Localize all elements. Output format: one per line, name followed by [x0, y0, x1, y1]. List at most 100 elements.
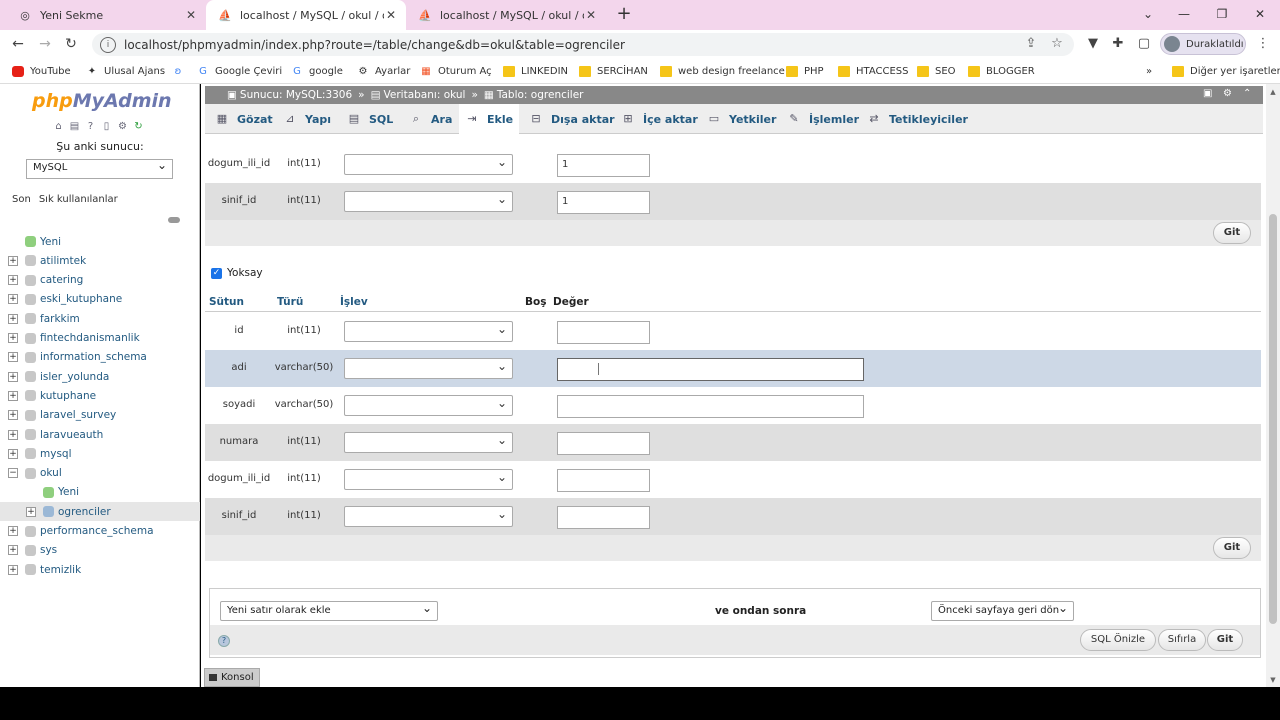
tab-recent[interactable]: Son — [8, 192, 35, 207]
collapse-icon[interactable]: ⌃ — [1243, 88, 1251, 99]
bookmark-ayarlar[interactable]: ⚙ Ayarlar — [357, 63, 411, 79]
tree-item-database[interactable]: + eski_kutuphane — [0, 290, 200, 309]
tree-item-new[interactable]: Yeni — [0, 232, 200, 251]
header-function[interactable]: İşlev — [340, 296, 368, 308]
function-select[interactable] — [344, 395, 513, 416]
breadcrumb-database[interactable]: Veritabanı: okul — [384, 89, 466, 101]
server-select[interactable]: MySQL — [26, 158, 173, 179]
minimize-icon[interactable]: — — [1174, 4, 1194, 24]
function-select[interactable] — [344, 432, 513, 453]
expand-icon[interactable]: + — [8, 564, 18, 575]
link-icon[interactable] — [168, 217, 180, 223]
tab-structure[interactable]: ⊿ Yapı — [277, 104, 337, 134]
tab-search[interactable]: ⌕ Ara — [403, 104, 458, 134]
close-icon[interactable]: ✕ — [184, 8, 198, 22]
back-icon[interactable]: ← — [8, 34, 28, 54]
expand-icon[interactable]: + — [26, 506, 36, 517]
tab-import[interactable]: ⊞ İçe aktar — [615, 104, 704, 134]
expand-icon[interactable]: + — [8, 333, 18, 343]
info-icon[interactable]: ? — [218, 635, 230, 647]
bookmark-youtube[interactable]: YouTube — [12, 63, 71, 79]
value-input[interactable] — [557, 395, 864, 418]
close-icon[interactable]: ✕ — [584, 8, 598, 22]
tree-item-database[interactable]: + atilimtek — [0, 251, 200, 270]
tab-sql[interactable]: ▤ SQL — [341, 104, 399, 134]
expand-icon[interactable]: + — [8, 255, 18, 266]
value-input[interactable] — [557, 506, 650, 529]
header-column[interactable]: Sütun — [209, 296, 244, 308]
expand-icon[interactable]: + — [8, 371, 18, 382]
expand-icon[interactable]: + — [8, 545, 18, 556]
chevron-down-icon[interactable]: ⌄ — [1138, 4, 1158, 24]
close-icon[interactable]: ✕ — [384, 8, 398, 22]
function-select[interactable] — [344, 469, 513, 490]
bookmarks-more-button[interactable]: » — [1146, 63, 1152, 79]
reload-icon[interactable]: ↻ — [132, 120, 145, 133]
tree-item-database[interactable]: + isler_yolunda — [0, 367, 200, 386]
address-bar[interactable]: i localhost/phpmyadmin/index.php?route=/… — [92, 33, 1074, 56]
function-select[interactable] — [344, 506, 513, 527]
tree-item-database[interactable]: + fintechdanismanlik — [0, 329, 200, 348]
tab-phpmyadmin[interactable]: ⛵ localhost / MySQL / okul / ogren ✕ — [406, 0, 606, 30]
tree-item-database[interactable]: + laravel_survey — [0, 406, 200, 425]
tab-browse[interactable]: ▦ Gözat — [209, 104, 279, 134]
expand-icon[interactable]: + — [8, 313, 18, 324]
reload-icon[interactable]: ↻ — [61, 34, 81, 54]
bookmark-sercihan[interactable]: SERCİHAN — [579, 63, 648, 79]
tree-item-database[interactable]: + performance_schema — [0, 522, 200, 541]
reset-button[interactable]: Sıfırla — [1158, 629, 1206, 651]
function-select[interactable] — [344, 154, 513, 175]
side-panel-icon[interactable]: ▢ — [1135, 35, 1153, 53]
new-tab-button[interactable]: + — [614, 4, 634, 26]
expand-icon[interactable]: + — [8, 429, 18, 440]
bookmark-blank[interactable]: ʚ — [172, 63, 190, 79]
header-type[interactable]: Türü — [277, 296, 303, 308]
value-input[interactable] — [557, 321, 650, 344]
expand-icon[interactable]: + — [8, 275, 18, 286]
breadcrumb-table[interactable]: Tablo: ogrenciler — [497, 89, 584, 101]
expand-icon[interactable]: + — [8, 390, 18, 401]
tab-privileges[interactable]: ▭ Yetkiler — [701, 104, 782, 134]
value-input[interactable]: 1 — [557, 154, 650, 177]
bookmark-star-icon[interactable]: ☆ — [1048, 36, 1066, 54]
tab-export[interactable]: ⊟ Dışa aktar — [523, 104, 621, 134]
bookmark-oturum-ac[interactable]: ▦ Oturum Aç — [420, 63, 491, 79]
profile-button[interactable]: Duraklatıldı — [1160, 33, 1246, 55]
help-icon[interactable]: ? — [84, 120, 97, 133]
tree-item-database[interactable]: + farkkim — [0, 309, 200, 328]
bookmark-php[interactable]: PHP — [786, 63, 824, 79]
tree-item-new[interactable]: Yeni — [0, 483, 200, 502]
breadcrumb-server[interactable]: Sunucu: MySQL:3306 — [240, 89, 352, 101]
bookmark-htaccess[interactable]: HTACCESS — [838, 63, 909, 79]
ignore-toggle[interactable]: ✓ Yoksay — [211, 267, 263, 279]
scrollbar-thumb[interactable] — [1269, 214, 1277, 624]
expand-icon[interactable]: + — [8, 352, 18, 363]
go-button[interactable]: Git — [1207, 629, 1243, 651]
logout-icon[interactable]: ▤ — [68, 120, 81, 133]
tab-new-tab[interactable]: ◎ Yeni Sekme ✕ — [6, 0, 206, 30]
scroll-down-icon[interactable]: ▼ — [1269, 676, 1277, 684]
tab-phpmyadmin-active[interactable]: ⛵ localhost / MySQL / okul / ogren ✕ — [206, 0, 406, 30]
gear-icon[interactable]: ⚙ — [1223, 88, 1232, 99]
page-scrollbar[interactable]: ▲ ▼ — [1266, 84, 1280, 687]
tree-item-database[interactable]: + sys — [0, 541, 200, 560]
home-icon[interactable]: ⌂ — [52, 120, 65, 133]
value-input[interactable] — [557, 358, 864, 381]
bookmark-blogger[interactable]: BLOGGER — [968, 63, 1035, 79]
expand-icon[interactable]: + — [8, 294, 18, 305]
phpmyadmin-logo[interactable]: phpMyAdmin — [32, 90, 172, 112]
checkbox-checked-icon[interactable]: ✓ — [211, 267, 222, 279]
value-input[interactable]: 1 — [557, 191, 650, 214]
bookmark-ulusal-ajans[interactable]: ✦ Ulusal Ajans — [86, 63, 165, 79]
settings-icon[interactable]: ⚙ — [116, 120, 129, 133]
tree-item-database[interactable]: + temizlik — [0, 560, 200, 579]
tab-operations[interactable]: ✎ İşlemler — [781, 104, 865, 134]
info-icon[interactable]: i — [100, 36, 116, 53]
tab-favorites[interactable]: Sık kullanılanlar — [35, 192, 122, 207]
function-select[interactable] — [344, 321, 513, 342]
bookmark-other[interactable]: Diğer yer işaretleri — [1172, 63, 1280, 79]
expand-icon[interactable]: + — [8, 410, 18, 421]
tree-item-database[interactable]: + mysql — [0, 444, 200, 463]
expand-icon[interactable]: + — [8, 526, 18, 536]
function-select[interactable] — [344, 191, 513, 212]
